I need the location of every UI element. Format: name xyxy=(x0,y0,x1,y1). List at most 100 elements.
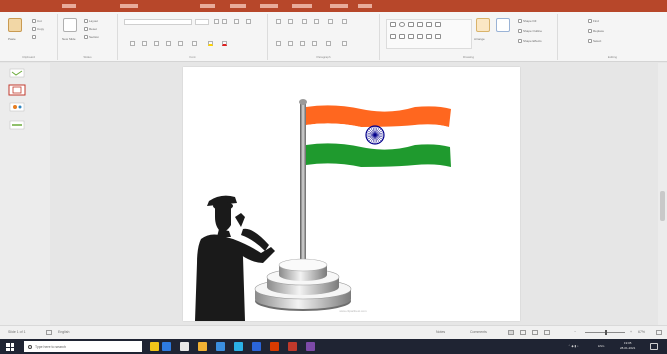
replace-button[interactable]: Replace xyxy=(588,28,604,33)
slideshow-icon[interactable] xyxy=(544,330,550,335)
new-slide-icon[interactable] xyxy=(63,18,77,32)
mail-icon[interactable] xyxy=(234,342,243,351)
cortana-icon[interactable] xyxy=(150,342,159,351)
quick-styles-icon[interactable] xyxy=(496,18,510,32)
taskbar-clock[interactable]: 19:05 28-01-2021 xyxy=(620,341,635,351)
shape-textbox-icon[interactable] xyxy=(399,34,405,39)
shapes-gallery[interactable] xyxy=(386,19,472,49)
reading-view-icon[interactable] xyxy=(532,330,538,335)
shape-rounded-rect-icon[interactable] xyxy=(390,34,396,39)
thumbnail-4-icon[interactable] xyxy=(9,120,25,130)
zoom-slider-knob[interactable] xyxy=(605,330,607,335)
format-painter-button[interactable] xyxy=(32,34,36,39)
clear-format-icon[interactable] xyxy=(234,19,239,24)
thumbnail-2-icon[interactable] xyxy=(8,84,26,96)
increase-indent-icon[interactable] xyxy=(314,19,319,24)
task-view-icon[interactable] xyxy=(162,342,171,351)
font-color-icon[interactable] xyxy=(222,41,227,46)
shape-arrow-icon[interactable] xyxy=(417,22,423,27)
tab-file[interactable] xyxy=(62,4,76,8)
select-button[interactable]: Select xyxy=(588,38,601,43)
tab-transitions[interactable] xyxy=(260,4,278,8)
highlight-color-icon[interactable] xyxy=(208,41,213,46)
windows-start-icon[interactable] xyxy=(6,343,14,351)
strikethrough-icon[interactable] xyxy=(166,41,171,46)
zoom-out-icon[interactable]: − xyxy=(574,330,576,334)
thumbnail-1-icon[interactable] xyxy=(9,68,25,78)
font-dialog-icon[interactable] xyxy=(246,19,251,24)
paste-icon[interactable] xyxy=(8,18,22,32)
taskbar-app-2-icon[interactable] xyxy=(288,342,297,351)
shape-outline-button[interactable]: Shape Outline xyxy=(518,28,542,33)
zoom-slider[interactable] xyxy=(585,330,625,335)
tab-design[interactable] xyxy=(230,4,246,8)
spellcheck-icon[interactable] xyxy=(46,330,52,335)
thumbnail-3-icon[interactable] xyxy=(9,102,25,112)
line-spacing-icon[interactable] xyxy=(328,19,333,24)
change-case-icon[interactable] xyxy=(192,41,197,46)
paste-button[interactable]: Paste xyxy=(8,36,16,41)
powerpoint-icon[interactable] xyxy=(270,342,279,351)
fit-to-window-icon[interactable] xyxy=(656,330,662,335)
text-direction-icon[interactable] xyxy=(342,19,347,24)
tab-animations[interactable] xyxy=(292,4,312,8)
copy-button[interactable]: Copy xyxy=(32,26,44,31)
tab-home[interactable] xyxy=(120,4,138,8)
shape-callout-icon[interactable] xyxy=(408,34,414,39)
shape-line-icon[interactable] xyxy=(408,22,414,27)
font-size-input[interactable] xyxy=(195,19,209,25)
scrollbar-thumb[interactable] xyxy=(660,191,665,221)
new-slide-button[interactable]: New Slide xyxy=(62,36,76,41)
section-button[interactable]: Section xyxy=(84,34,99,39)
arrange-button[interactable]: Arrange xyxy=(474,36,485,41)
decrease-indent-icon[interactable] xyxy=(302,19,307,24)
tab-slideshow[interactable] xyxy=(330,4,348,8)
find-button[interactable]: Find xyxy=(588,18,599,23)
shape-brace-icon[interactable] xyxy=(417,34,423,39)
char-spacing-icon[interactable] xyxy=(178,41,183,46)
taskbar-app-3-icon[interactable] xyxy=(306,342,315,351)
word-icon[interactable] xyxy=(252,342,261,351)
justify-icon[interactable] xyxy=(312,41,317,46)
slide-1[interactable]: www.clipartbest.com xyxy=(183,67,520,321)
shape-fill-button[interactable]: Shape Fill xyxy=(518,18,536,23)
normal-view-icon[interactable] xyxy=(508,330,514,335)
numbering-icon[interactable] xyxy=(288,19,293,24)
shape-more-icon[interactable] xyxy=(435,34,441,39)
shape-triangle-icon[interactable] xyxy=(426,22,432,27)
vertical-scrollbar[interactable] xyxy=(658,63,667,325)
arrange-icon[interactable] xyxy=(476,18,490,32)
shape-heart-icon[interactable] xyxy=(426,34,432,39)
system-tray-icons[interactable]: ⌃ ◆ ▮ ♪ xyxy=(568,344,578,348)
align-left-icon[interactable] xyxy=(276,41,281,46)
notes-button[interactable]: Notes xyxy=(436,330,445,334)
decrease-font-icon[interactable] xyxy=(222,19,227,24)
increase-font-icon[interactable] xyxy=(214,19,219,24)
cut-button[interactable]: Cut xyxy=(32,18,42,23)
language-indicator[interactable]: English xyxy=(58,330,69,334)
bullets-icon[interactable] xyxy=(276,19,281,24)
zoom-level[interactable]: 67% xyxy=(638,330,645,334)
comments-button[interactable]: Comments xyxy=(470,330,487,334)
underline-icon[interactable] xyxy=(154,41,159,46)
bold-icon[interactable] xyxy=(130,41,135,46)
tab-review[interactable] xyxy=(358,4,372,8)
input-language[interactable]: ENG xyxy=(598,344,605,348)
align-center-icon[interactable] xyxy=(288,41,293,46)
smartart-icon[interactable] xyxy=(342,41,347,46)
tab-insert[interactable] xyxy=(200,4,215,8)
notification-icon[interactable] xyxy=(650,343,658,350)
shape-star-icon[interactable] xyxy=(435,22,441,27)
store-icon[interactable] xyxy=(216,342,225,351)
shape-rectangle-icon[interactable] xyxy=(390,22,396,27)
font-name-input[interactable] xyxy=(124,19,192,25)
file-explorer-icon[interactable] xyxy=(198,342,207,351)
taskbar-search-box[interactable]: Type here to search xyxy=(24,341,142,352)
layout-button[interactable]: Layout xyxy=(84,18,98,23)
shape-effects-button[interactable]: Shape Effects xyxy=(518,38,542,43)
slide-sorter-icon[interactable] xyxy=(520,330,526,335)
zoom-in-icon[interactable]: + xyxy=(630,330,632,334)
columns-icon[interactable] xyxy=(326,41,331,46)
shape-oval-icon[interactable] xyxy=(399,22,405,27)
reset-button[interactable]: Reset xyxy=(84,26,97,31)
